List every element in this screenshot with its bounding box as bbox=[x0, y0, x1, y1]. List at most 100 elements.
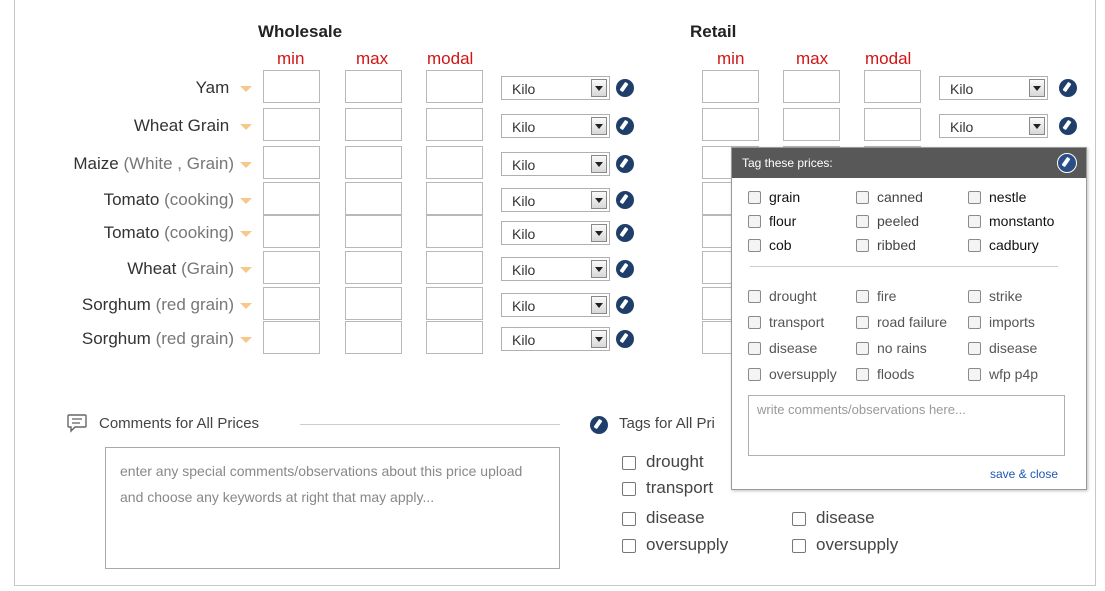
wholesale-unit-select[interactable]: Kilo bbox=[501, 152, 610, 176]
dropdown-arrow-icon[interactable] bbox=[240, 197, 252, 204]
tag-checkbox[interactable] bbox=[968, 342, 981, 355]
wholesale-modal-input[interactable] bbox=[426, 182, 483, 215]
wholesale-modal-input[interactable] bbox=[426, 251, 483, 284]
chevron-down-icon[interactable] bbox=[591, 330, 607, 348]
tag-icon[interactable] bbox=[616, 191, 634, 209]
tag-checkbox[interactable] bbox=[622, 456, 636, 470]
dropdown-arrow-icon[interactable] bbox=[240, 266, 252, 273]
tag-label: transport bbox=[769, 314, 825, 330]
tag-checkbox[interactable] bbox=[748, 239, 761, 252]
tag-checkbox[interactable] bbox=[968, 290, 981, 303]
tag-icon[interactable] bbox=[616, 260, 634, 278]
tag-icon[interactable] bbox=[1059, 79, 1077, 97]
wholesale-min-input[interactable] bbox=[263, 321, 320, 354]
wholesale-modal-input[interactable] bbox=[426, 215, 483, 248]
tag-icon[interactable] bbox=[1059, 117, 1077, 135]
chevron-down-icon[interactable] bbox=[591, 117, 607, 135]
tag-checkbox[interactable] bbox=[748, 342, 761, 355]
chevron-down-icon[interactable] bbox=[1029, 117, 1045, 135]
wholesale-max-input[interactable] bbox=[345, 215, 402, 248]
retail-modal-input[interactable] bbox=[864, 108, 921, 141]
tag-checkbox[interactable] bbox=[856, 191, 869, 204]
tag-checkbox[interactable] bbox=[856, 215, 869, 228]
wholesale-min-input[interactable] bbox=[263, 287, 320, 320]
dropdown-arrow-icon[interactable] bbox=[240, 161, 252, 168]
wholesale-modal-input[interactable] bbox=[426, 108, 483, 141]
retail-modal-input[interactable] bbox=[864, 70, 921, 103]
wholesale-max-input[interactable] bbox=[345, 108, 402, 141]
retail-min-input[interactable] bbox=[702, 70, 759, 103]
retail-unit-select[interactable]: Kilo bbox=[939, 114, 1048, 138]
tag-checkbox[interactable] bbox=[856, 316, 869, 329]
wholesale-modal-input[interactable] bbox=[426, 70, 483, 103]
popup-comment-field[interactable]: write comments/observations here... bbox=[748, 395, 1065, 456]
wholesale-unit-select[interactable]: Kilo bbox=[501, 327, 610, 351]
chevron-down-icon[interactable] bbox=[591, 296, 607, 314]
chevron-down-icon[interactable] bbox=[591, 79, 607, 97]
wholesale-min-input[interactable] bbox=[263, 182, 320, 215]
tag-checkbox[interactable] bbox=[968, 239, 981, 252]
tag-checkbox[interactable] bbox=[856, 239, 869, 252]
wholesale-unit-select[interactable]: Kilo bbox=[501, 114, 610, 138]
tag-checkbox[interactable] bbox=[748, 215, 761, 228]
tag-icon[interactable] bbox=[616, 224, 634, 242]
chevron-down-icon[interactable] bbox=[591, 155, 607, 173]
tag-checkbox[interactable] bbox=[968, 316, 981, 329]
wholesale-min-input[interactable] bbox=[263, 70, 320, 103]
tag-checkbox[interactable] bbox=[622, 482, 636, 496]
tag-icon[interactable] bbox=[616, 155, 634, 173]
dropdown-arrow-icon[interactable] bbox=[240, 302, 252, 309]
dropdown-arrow-icon[interactable] bbox=[240, 123, 252, 130]
wholesale-max-input[interactable] bbox=[345, 321, 402, 354]
tag-checkbox[interactable] bbox=[968, 191, 981, 204]
tag-checkbox[interactable] bbox=[792, 512, 806, 526]
wholesale-max-input[interactable] bbox=[345, 251, 402, 284]
tag-icon[interactable] bbox=[616, 79, 634, 97]
wholesale-min-input[interactable] bbox=[263, 146, 320, 179]
wholesale-modal-input[interactable] bbox=[426, 321, 483, 354]
retail-max-input[interactable] bbox=[783, 108, 840, 141]
wholesale-unit-select[interactable]: Kilo bbox=[501, 293, 610, 317]
chevron-down-icon[interactable] bbox=[591, 224, 607, 242]
wholesale-max-input[interactable] bbox=[345, 70, 402, 103]
wholesale-min-input[interactable] bbox=[263, 215, 320, 248]
tag-checkbox[interactable] bbox=[748, 290, 761, 303]
wholesale-unit-select[interactable]: Kilo bbox=[501, 188, 610, 212]
tag-checkbox[interactable] bbox=[748, 368, 761, 381]
wholesale-min-input[interactable] bbox=[263, 108, 320, 141]
tag-checkbox[interactable] bbox=[792, 539, 806, 553]
tag-icon[interactable] bbox=[616, 117, 634, 135]
dropdown-arrow-icon[interactable] bbox=[240, 230, 252, 237]
chevron-down-icon[interactable] bbox=[1029, 79, 1045, 97]
chevron-down-icon[interactable] bbox=[591, 260, 607, 278]
wholesale-unit-select[interactable]: Kilo bbox=[501, 76, 610, 100]
wholesale-modal-input[interactable] bbox=[426, 287, 483, 320]
tag-checkbox[interactable] bbox=[622, 512, 636, 526]
tag-checkbox[interactable] bbox=[856, 342, 869, 355]
dropdown-arrow-icon[interactable] bbox=[240, 85, 252, 92]
save-close-link[interactable]: save & close bbox=[990, 467, 1058, 481]
retail-unit-select[interactable]: Kilo bbox=[939, 76, 1048, 100]
tag-checkbox[interactable] bbox=[856, 290, 869, 303]
dropdown-arrow-icon[interactable] bbox=[240, 336, 252, 343]
comments-textarea[interactable]: enter any special comments/observations … bbox=[105, 447, 560, 569]
tag-icon[interactable] bbox=[1057, 153, 1077, 173]
tag-icon[interactable] bbox=[616, 330, 634, 348]
wholesale-max-input[interactable] bbox=[345, 182, 402, 215]
wholesale-max-input[interactable] bbox=[345, 287, 402, 320]
wholesale-modal-input[interactable] bbox=[426, 146, 483, 179]
chevron-down-icon[interactable] bbox=[591, 191, 607, 209]
tag-checkbox[interactable] bbox=[968, 368, 981, 381]
wholesale-unit-select[interactable]: Kilo bbox=[501, 257, 610, 281]
wholesale-min-input[interactable] bbox=[263, 251, 320, 284]
tag-checkbox[interactable] bbox=[856, 368, 869, 381]
wholesale-max-input[interactable] bbox=[345, 146, 402, 179]
tag-checkbox[interactable] bbox=[968, 215, 981, 228]
retail-min-input[interactable] bbox=[702, 108, 759, 141]
wholesale-unit-select[interactable]: Kilo bbox=[501, 221, 610, 245]
tag-icon[interactable] bbox=[616, 296, 634, 314]
tag-checkbox[interactable] bbox=[748, 191, 761, 204]
tag-checkbox[interactable] bbox=[748, 316, 761, 329]
retail-max-input[interactable] bbox=[783, 70, 840, 103]
tag-checkbox[interactable] bbox=[622, 539, 636, 553]
